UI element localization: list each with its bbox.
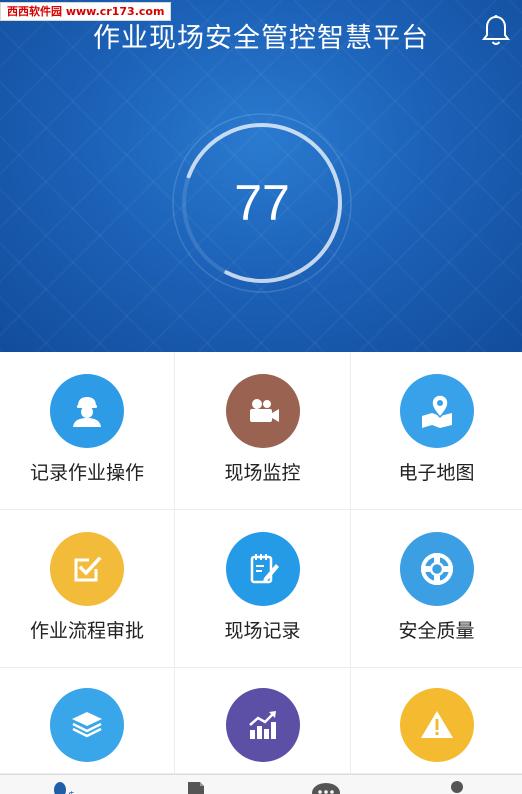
tab-documents[interactable] (131, 775, 262, 794)
tab-profile[interactable] (392, 775, 522, 794)
worker-icon (50, 374, 124, 448)
page-title: 作业现场安全管控智慧平台 (93, 23, 429, 54)
menu-label: 现场监控 (224, 462, 301, 484)
tab-home[interactable]: $ (0, 775, 131, 794)
menu-label: 电子地图 (398, 462, 475, 484)
user-icon (450, 781, 463, 793)
video-camera-icon (225, 374, 300, 448)
lifebuoy-icon (399, 532, 474, 606)
notepad-pen-icon (225, 532, 300, 606)
menu-label: 记录作业操作 (29, 462, 144, 484)
chat-icon (312, 783, 341, 794)
header-banner: 西西软件园 www.cr173.com 作业现场安全管控智慧平台 77 (0, 0, 522, 352)
map-pin-icon (399, 374, 474, 448)
menu-label: 作业流程审批 (29, 620, 144, 642)
menu-item-workflow-approval[interactable]: 作业流程审批 (0, 510, 175, 668)
menu-item-record-operation[interactable]: 记录作业操作 (0, 352, 175, 510)
menu-item-layers[interactable] (0, 668, 175, 774)
checkbox-icon (50, 532, 124, 606)
menu-label: 安全质量 (398, 620, 475, 642)
layers-icon (50, 688, 124, 762)
svg-text:$: $ (68, 789, 75, 794)
menu-item-warning[interactable] (351, 668, 522, 774)
warning-icon (399, 688, 474, 762)
menu-item-site-record[interactable]: 现场记录 (175, 510, 351, 668)
tab-messages[interactable] (261, 775, 392, 794)
menu-item-e-map[interactable]: 电子地图 (351, 352, 522, 510)
chart-up-icon (225, 688, 300, 762)
person-dollar-icon: $ (54, 782, 75, 794)
menu-label: 现场记录 (224, 620, 301, 642)
bell-icon[interactable] (481, 14, 511, 48)
bottom-tab-bar: $ (0, 774, 522, 794)
menu-item-statistics[interactable] (175, 668, 351, 774)
safety-score-value: 77 (234, 175, 290, 231)
document-icon (187, 782, 204, 794)
menu-item-site-monitor[interactable]: 现场监控 (175, 352, 351, 510)
feature-grid: 记录作业操作 现场监控 电子地图 作业流程审批 现场记录 安全质量 (0, 352, 522, 774)
menu-item-safety-quality[interactable]: 安全质量 (351, 510, 522, 668)
